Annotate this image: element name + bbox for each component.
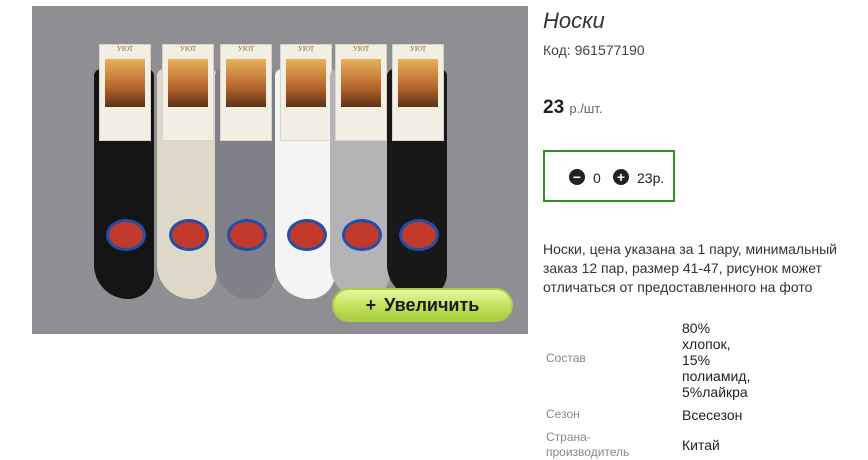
sock-card: УЮТ — [392, 44, 444, 141]
sock-card: УЮТ — [162, 44, 214, 141]
product-description: Носки, цена указана за 1 пару, минимальн… — [543, 241, 837, 295]
product-photo[interactable]: УЮТ УЮТ УЮТ УЮТ УЮТ УЮТ — [32, 6, 528, 334]
sock-card: УЮТ — [335, 44, 387, 141]
sock-card: УЮТ — [99, 44, 151, 141]
minus-icon[interactable]: − — [569, 169, 585, 185]
sock-grey: УЮТ — [215, 44, 275, 299]
spec-value-composition: 80% хлопок, 15% полиамид, 5%лайкра — [682, 320, 751, 400]
sock-white: УЮТ — [275, 44, 335, 299]
sock-beige: УЮТ — [157, 44, 217, 299]
product-price: 23 р./шт. — [543, 97, 602, 119]
product-title: Носки — [543, 8, 605, 33]
spec-label-composition: Состав — [546, 351, 586, 365]
spec-label-country: Страна- производитель — [546, 430, 630, 459]
zoom-label: Увеличить — [384, 294, 480, 315]
quantity-box: − 0 + 23р. — [543, 150, 675, 202]
price-unit: р./шт. — [569, 101, 603, 116]
zoom-button[interactable]: + Увеличить — [332, 288, 513, 322]
sock-black-2: УЮТ — [387, 44, 447, 299]
quantity-value[interactable]: 0 — [593, 170, 601, 186]
spec-value-season: Всесезон — [682, 407, 743, 423]
price-value: 23 — [543, 97, 565, 118]
spec-value-country: Китай — [682, 437, 720, 453]
product-code: Код: 961577190 — [543, 42, 645, 58]
plus-circle-icon[interactable]: + — [613, 169, 629, 185]
sock-card: УЮТ — [280, 44, 332, 141]
sock-light-grey: УЮТ — [330, 44, 390, 299]
cart-total: 23р. — [637, 170, 665, 186]
sock-card: УЮТ — [220, 44, 272, 141]
plus-icon: + — [365, 294, 377, 315]
spec-label-season: Сезон — [546, 407, 580, 421]
sock-black: УЮТ — [94, 44, 154, 299]
